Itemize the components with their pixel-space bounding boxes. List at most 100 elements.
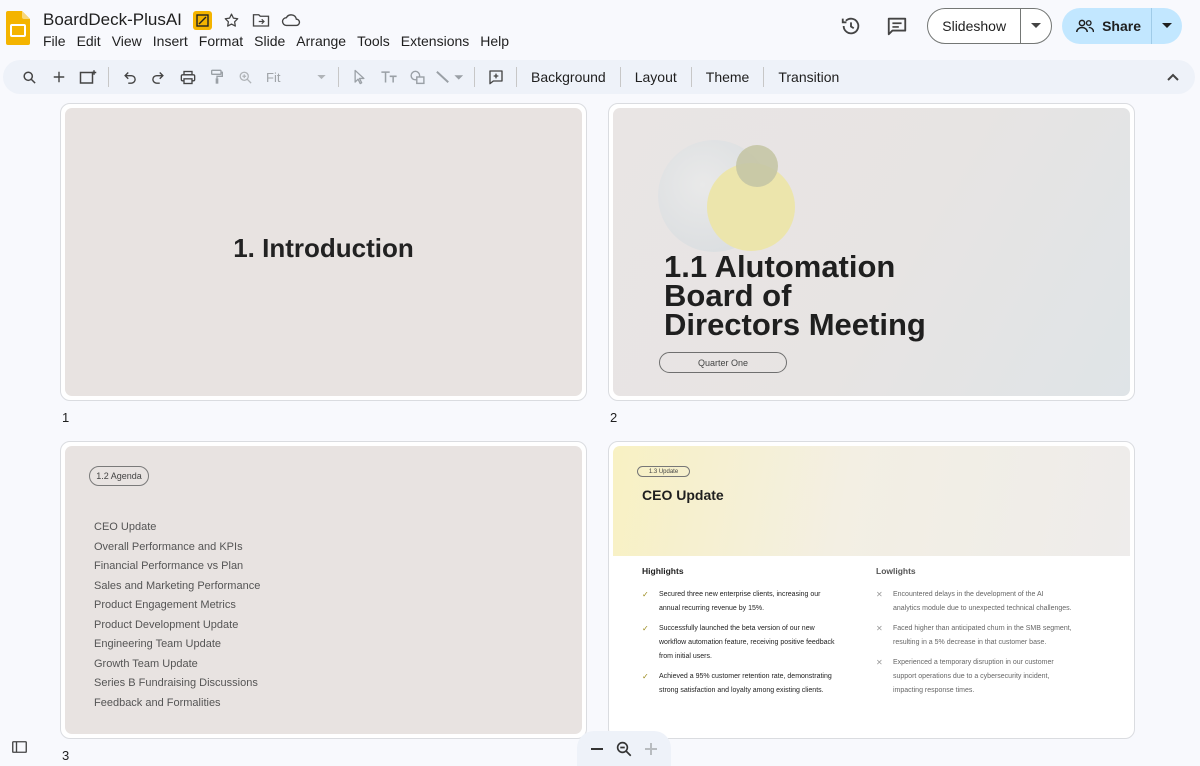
theme-button[interactable]: Theme bbox=[698, 69, 758, 85]
slide-number: 2 bbox=[610, 410, 618, 425]
slides-app-icon[interactable] bbox=[6, 11, 30, 45]
insert-comment-icon[interactable] bbox=[481, 63, 510, 91]
filmstrip-toggle-icon[interactable] bbox=[12, 740, 27, 758]
toolbar-divider bbox=[619, 67, 621, 87]
item-line: annual recurring revenue by 15%. bbox=[659, 605, 765, 612]
caret-down-icon bbox=[317, 74, 326, 79]
toolbar-divider bbox=[690, 67, 692, 87]
version-history-icon[interactable] bbox=[831, 8, 871, 44]
paint-format-icon[interactable] bbox=[202, 63, 231, 91]
slide-number: 1 bbox=[62, 410, 70, 425]
item-line: Secured three new enterprise clients, in… bbox=[659, 591, 821, 598]
item-line: impacting response times. bbox=[893, 687, 975, 694]
move-to-folder-icon[interactable] bbox=[250, 10, 272, 30]
menu-bar: File Edit View Insert Format Slide Arran… bbox=[43, 33, 520, 49]
cross-icon: ✕ bbox=[876, 658, 883, 667]
document-title[interactable]: BoardDeck-PlusAI bbox=[43, 10, 182, 30]
comments-icon[interactable] bbox=[877, 8, 917, 44]
toolbar-divider bbox=[108, 67, 109, 87]
shape-icon[interactable] bbox=[403, 63, 432, 91]
zoom-icon[interactable] bbox=[231, 63, 260, 91]
background-button[interactable]: Background bbox=[523, 69, 614, 85]
header: BoardDeck-PlusAI File Edit View Insert F… bbox=[0, 0, 1200, 58]
highlights-column: Highlights ✓ Secured three new enterpris… bbox=[642, 566, 857, 704]
slide-title: CEO Update bbox=[642, 487, 724, 503]
menu-slide[interactable]: Slide bbox=[254, 33, 292, 49]
star-icon[interactable] bbox=[220, 10, 242, 30]
agenda-item: Series B Fundraising Discussions bbox=[94, 677, 258, 689]
title-line: Directors Meeting bbox=[664, 307, 926, 342]
item-line: Achieved a 95% customer retention rate, … bbox=[659, 673, 832, 680]
slide-heading: 1. Introduction bbox=[233, 232, 414, 263]
menu-help[interactable]: Help bbox=[480, 33, 516, 49]
slide-thumbnail-4[interactable]: 1.3 Update CEO Update Highlights ✓ Secur… bbox=[608, 441, 1135, 739]
slide-number: 3 bbox=[62, 748, 70, 763]
plusai-extension-icon[interactable] bbox=[193, 10, 212, 30]
slide-thumbnail-1[interactable]: 1. Introduction bbox=[60, 103, 587, 401]
section-pill: 1.2 Agenda bbox=[89, 466, 149, 486]
section-tag: 1.3 Update bbox=[637, 466, 690, 477]
new-slide-layout-icon[interactable] bbox=[73, 63, 102, 91]
title-icons bbox=[193, 10, 302, 30]
menu-arrange[interactable]: Arrange bbox=[296, 33, 353, 49]
slide-thumbnail-2[interactable]: 1.1 Alutomation Board of Directors Meeti… bbox=[608, 103, 1135, 401]
item-line: support operations due to a cybersecurit… bbox=[893, 673, 1050, 680]
highlight-item: ✓ Achieved a 95% customer retention rate… bbox=[642, 670, 857, 698]
new-slide-plus-icon[interactable] bbox=[44, 63, 73, 91]
slide-canvas: 1. Introduction bbox=[65, 108, 582, 396]
cloud-saved-icon[interactable] bbox=[280, 10, 302, 30]
select-cursor-icon[interactable] bbox=[345, 63, 374, 91]
menu-tools[interactable]: Tools bbox=[357, 33, 397, 49]
agenda-item: Sales and Marketing Performance bbox=[94, 579, 261, 592]
zoom-in-icon[interactable] bbox=[640, 738, 662, 760]
slideshow-button[interactable]: Slideshow bbox=[928, 9, 1022, 43]
toolbar-divider bbox=[516, 67, 517, 87]
zoom-magnifier-icon[interactable] bbox=[613, 738, 635, 760]
print-icon[interactable] bbox=[173, 63, 202, 91]
agenda-item: Feedback and Formalities bbox=[94, 696, 221, 709]
toolbar-divider bbox=[474, 67, 475, 87]
item-line: from initial users. bbox=[659, 653, 712, 660]
menu-format[interactable]: Format bbox=[199, 33, 250, 49]
item-line: resulting in a 5% decrease in that custo… bbox=[893, 639, 1047, 646]
toolbar: Fit Background Layout Theme Transition bbox=[3, 60, 1195, 94]
agenda-item: Engineering Team Update bbox=[94, 638, 221, 650]
item-line: Successfully launched the beta version o… bbox=[659, 625, 815, 632]
zoom-select[interactable]: Fit bbox=[260, 70, 332, 85]
lowlight-item: ✕ Faced higher than anticipated churn in… bbox=[876, 622, 1091, 650]
menu-file[interactable]: File bbox=[43, 33, 73, 49]
lowlight-item: ✕ Experienced a temporary disruption in … bbox=[876, 656, 1091, 698]
item-line: strong satisfaction and loyalty among ex… bbox=[659, 687, 824, 694]
highlight-item: ✓ Secured three new enterprise clients, … bbox=[642, 588, 857, 616]
agenda-item: Financial Performance vs Plan bbox=[94, 560, 244, 572]
menu-view[interactable]: View bbox=[112, 33, 149, 49]
agenda-item: Overall Performance and KPIs bbox=[94, 540, 243, 553]
slide-thumbnail-3[interactable]: 1.2 Agenda CEO Update Overall Performanc… bbox=[60, 441, 587, 739]
menu-insert[interactable]: Insert bbox=[153, 33, 195, 49]
redo-icon[interactable] bbox=[144, 63, 173, 91]
text-box-icon[interactable] bbox=[374, 63, 403, 91]
caret-down-icon bbox=[1031, 23, 1042, 28]
undo-icon[interactable] bbox=[115, 63, 144, 91]
menu-edit[interactable]: Edit bbox=[77, 33, 108, 49]
header-actions: Slideshow Share bbox=[831, 8, 1182, 44]
transition-button[interactable]: Transition bbox=[770, 69, 847, 85]
caret-down-icon bbox=[1162, 23, 1172, 28]
menu-extensions[interactable]: Extensions bbox=[401, 33, 476, 49]
slide-canvas: 1.3 Update CEO Update Highlights ✓ Secur… bbox=[613, 446, 1130, 734]
layout-button[interactable]: Layout bbox=[627, 69, 685, 85]
item-line: analytics module due to unexpected techn… bbox=[893, 605, 1072, 612]
collapse-toolbar-icon[interactable] bbox=[1167, 68, 1179, 86]
agenda-item: Growth Team Update bbox=[94, 657, 198, 670]
agenda-item: Product Development Update bbox=[94, 618, 239, 631]
toolbar-divider bbox=[763, 67, 765, 87]
subtitle-pill: Quarter One bbox=[659, 352, 787, 373]
line-icon[interactable] bbox=[432, 63, 468, 91]
decorative-circle bbox=[736, 145, 778, 187]
search-menus-icon[interactable] bbox=[15, 63, 44, 91]
share-options-dropdown[interactable] bbox=[1152, 8, 1182, 44]
zoom-out-icon[interactable] bbox=[586, 738, 608, 760]
share-button[interactable]: Share bbox=[1062, 8, 1152, 44]
slideshow-options-dropdown[interactable] bbox=[1021, 9, 1051, 43]
lowlights-title: Lowlights bbox=[876, 566, 916, 576]
